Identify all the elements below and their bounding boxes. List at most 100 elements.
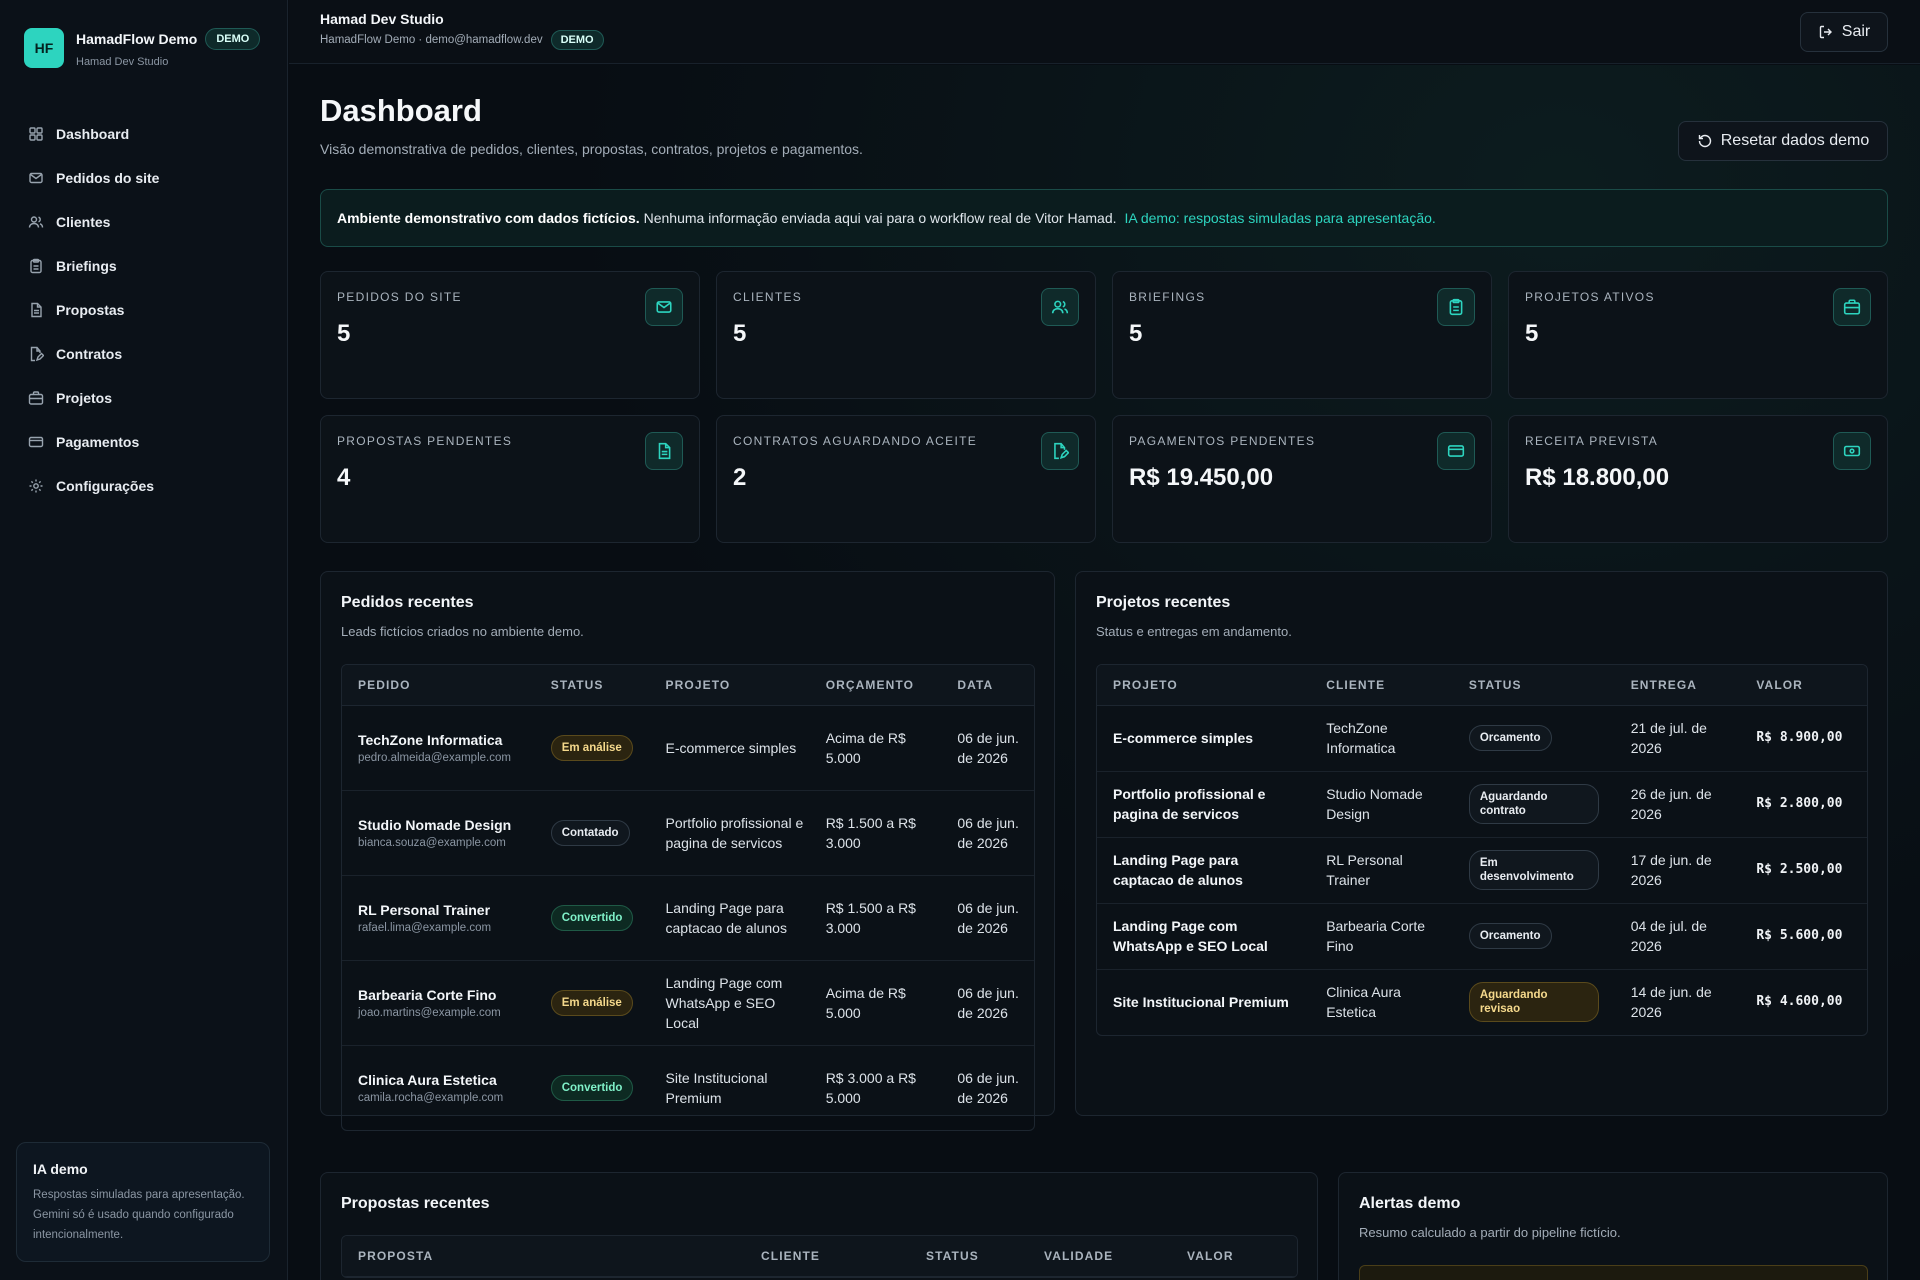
sidebar-item-configuracoes[interactable]: Configurações <box>16 464 272 508</box>
column-header[interactable]: DATA <box>941 665 1034 706</box>
order-email: camila.rocha@example.com <box>358 1091 504 1104</box>
order-date: 06 de jun. de 2026 <box>941 875 1034 961</box>
column-header[interactable]: ENTREGA <box>1614 665 1741 706</box>
sidebar-item-contratos[interactable]: Contratos <box>16 332 272 376</box>
logout-button[interactable]: Sair <box>1800 12 1888 52</box>
stat-value: 5 <box>1129 320 1143 347</box>
mail-icon <box>28 170 44 186</box>
order-email: rafael.lima@example.com <box>358 921 492 934</box>
column-header[interactable]: PROJETO <box>1097 665 1311 706</box>
table-row[interactable]: E-commerce simples TechZone Informatica … <box>1097 705 1867 772</box>
column-header[interactable]: CLIENTE <box>1310 665 1453 706</box>
order-client[interactable]: TechZone Informatica <box>358 730 535 750</box>
order-client[interactable]: Studio Nomade Design <box>358 815 535 835</box>
table-row[interactable]: Barbearia Corte Fino joao.martins@example… <box>342 960 1034 1046</box>
sidebar-item-projetos[interactable]: Projetos <box>16 376 272 420</box>
project-name[interactable]: Landing Page para captacao de alunos <box>1097 837 1311 904</box>
sidebar-item-label: Propostas <box>56 302 125 318</box>
project-value: R$ 8.900,00 <box>1740 705 1867 772</box>
column-header[interactable]: PROPOSTA <box>342 1236 745 1277</box>
order-email: bianca.souza@example.com <box>358 836 506 849</box>
order-budget: R$ 1.500 a R$ 3.000 <box>809 875 942 961</box>
sidebar-item-dashboard[interactable]: Dashboard <box>16 112 272 156</box>
project-name[interactable]: Landing Page com WhatsApp e SEO Local <box>1097 903 1311 970</box>
reset-demo-button[interactable]: Resetar dados demo <box>1678 121 1888 161</box>
sidebar-item-clientes[interactable]: Clientes <box>16 200 272 244</box>
project-name[interactable]: Site Institucional Premium <box>1097 969 1310 1035</box>
logout-label: Sair <box>1841 23 1871 40</box>
sidebar-item-pagamentos[interactable]: Pagamentos <box>16 420 272 464</box>
column-header[interactable]: PROJETO <box>649 665 810 706</box>
project-client: TechZone Informatica <box>1310 705 1453 772</box>
stat-value: 5 <box>337 320 351 347</box>
order-project: Site Institucional Premium <box>665 1069 768 1106</box>
status-badge: Em análise <box>550 734 633 761</box>
sidebar-item-briefings[interactable]: Briefings <box>16 244 272 288</box>
projects-table: PROJETO CLIENTE STATUS ENTREGA VALOR E-c… <box>1096 664 1868 1036</box>
column-header[interactable]: CLIENTE <box>745 1236 910 1277</box>
status-badge: Em análise <box>550 989 633 1016</box>
file-icon <box>28 302 44 318</box>
project-value: R$ 2.500,00 <box>1740 837 1867 904</box>
project-due: 17 de jun. de 2026 <box>1614 837 1741 904</box>
stat-label: CONTRATOS AGUARDANDO ACEITE <box>733 434 978 448</box>
table-row[interactable]: Clinica Aura Estetica camila.rocha@exampl… <box>342 1045 1034 1130</box>
clipboard-icon <box>28 258 44 274</box>
order-client[interactable]: RL Personal Trainer <box>358 900 535 920</box>
stat-card-clientes: CLIENTES 5 <box>716 271 1096 399</box>
table-row[interactable]: RL Personal Trainer rafael.lima@example.c… <box>342 875 1034 961</box>
table-row[interactable]: TechZone Informatica pedro.almeida@exampl… <box>342 705 1034 791</box>
column-header[interactable]: VALOR <box>1740 665 1867 706</box>
order-client[interactable]: Barbearia Corte Fino <box>358 985 535 1005</box>
stat-value: R$ 18.800,00 <box>1525 464 1670 491</box>
column-header[interactable]: VALOR <box>1171 1236 1297 1277</box>
status-badge: Contatado <box>550 819 630 846</box>
sidebar-item-pedidos[interactable]: Pedidos do site <box>16 156 272 200</box>
demo-badge: DEMO <box>550 30 604 50</box>
workspace-account: HamadFlow Demo · demo@hamadflow.dev <box>320 34 543 46</box>
project-name[interactable]: E-commerce simples <box>1097 705 1311 772</box>
column-header[interactable]: STATUS <box>910 1236 1028 1277</box>
order-budget: R$ 1.500 a R$ 3.000 <box>809 790 942 876</box>
column-header[interactable]: VALIDADE <box>1028 1236 1171 1277</box>
project-name[interactable]: Portfolio profissional e pagina de servi… <box>1097 771 1311 838</box>
sidebar-item-label: Clientes <box>56 214 111 230</box>
order-email: joao.martins@example.com <box>358 1006 501 1019</box>
order-date: 06 de jun. de 2026 <box>941 705 1034 791</box>
order-project: Landing Page com WhatsApp e SEO Local <box>649 960 810 1046</box>
sidebar-item-propostas[interactable]: Propostas <box>16 288 272 332</box>
banner-strong: Ambiente demonstrativo com dados fictíci… <box>337 210 640 226</box>
status-badge: Convertido <box>550 1074 634 1101</box>
stat-card-contratos: CONTRATOS AGUARDANDO ACEITE 2 <box>716 415 1096 543</box>
order-client[interactable]: Clinica Aura Estetica <box>358 1070 535 1090</box>
stat-label: RECEITA PREVISTA <box>1525 434 1659 448</box>
stat-value: R$ 19.450,00 <box>1129 464 1274 491</box>
brand[interactable]: HF HamadFlow Demo DEMO Hamad Dev Studio <box>24 28 261 68</box>
table-row[interactable]: Portfolio profissional e pagina de servi… <box>1097 771 1867 838</box>
orders-panel: Pedidos recentes Leads fictícios criados… <box>320 571 1055 1131</box>
order-budget: Acima de R$ 5.000 <box>809 960 942 1046</box>
column-header[interactable]: ORÇAMENTO <box>809 665 942 706</box>
project-due: 21 de jul. de 2026 <box>1614 705 1741 772</box>
orders-title: Pedidos recentes <box>341 594 474 611</box>
table-row[interactable]: Landing Page com WhatsApp e SEO Local Ba… <box>1097 903 1867 970</box>
sidebar-item-label: Pagamentos <box>56 434 140 450</box>
stat-card-pedidos: PEDIDOS DO SITE 5 <box>320 271 700 399</box>
orders-subtitle: Leads fictícios criados no ambiente demo… <box>341 624 584 639</box>
status-badge: Aguardando revisao <box>1468 982 1599 1023</box>
stat-label: PROJETOS ATIVOS <box>1525 290 1655 304</box>
table-row[interactable]: Studio Nomade Design bianca.souza@example… <box>342 790 1034 876</box>
table-row[interactable]: Landing Page para captacao de alunos RL … <box>1097 837 1867 904</box>
order-date: 06 de jun. de 2026 <box>941 790 1034 876</box>
project-client: Studio Nomade Design <box>1310 771 1453 838</box>
column-header[interactable]: PEDIDO <box>342 665 535 706</box>
banner-link[interactable]: IA demo: respostas simuladas para aprese… <box>1125 210 1436 226</box>
file-icon <box>645 432 683 470</box>
table-row[interactable]: Site Institucional Premium Clinica Aura … <box>1097 969 1867 1035</box>
sidebar-nav: Dashboard Pedidos do site Clientes Brief… <box>16 112 272 508</box>
column-header[interactable]: STATUS <box>1452 665 1615 706</box>
mail-icon <box>645 288 683 326</box>
order-project: Portfolio profissional e pagina de servi… <box>649 790 810 876</box>
column-header[interactable]: STATUS <box>534 665 650 706</box>
status-badge: Convertido <box>550 904 634 931</box>
